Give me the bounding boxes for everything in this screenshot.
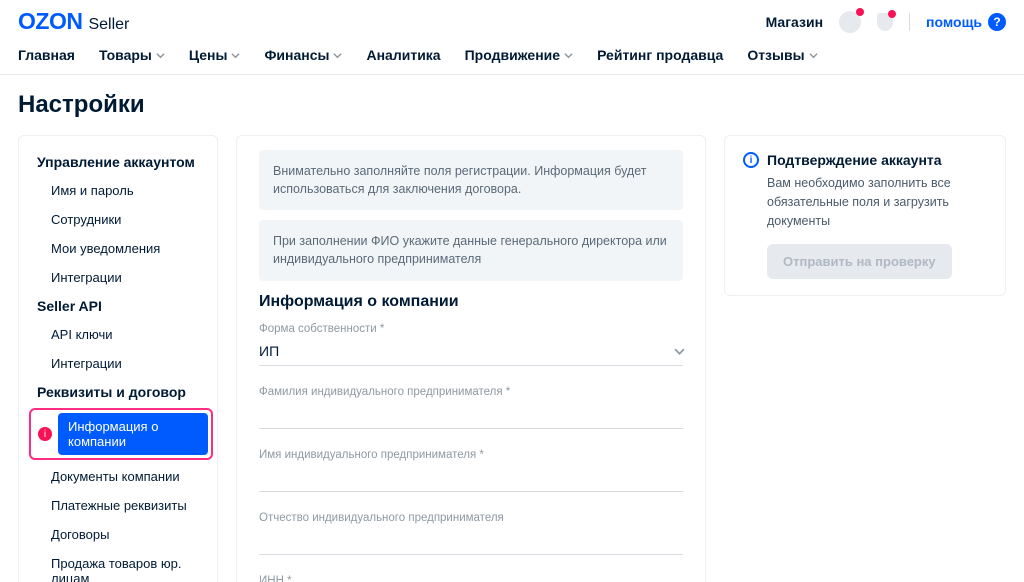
store-link[interactable]: Магазин <box>766 14 823 30</box>
chevron-down-icon <box>564 51 573 60</box>
verification-title: Подтверждение аккаунта <box>767 152 942 168</box>
verification-card: i Подтверждение аккаунта Вам необходимо … <box>724 135 1006 296</box>
sidebar-item-api-keys[interactable]: API ключи <box>19 320 217 349</box>
logo[interactable]: OZON Seller <box>18 8 129 35</box>
avatar-icon[interactable] <box>839 11 861 33</box>
nav-rating[interactable]: Рейтинг продавца <box>597 47 723 63</box>
chevron-down-icon <box>156 51 165 60</box>
nav-analytics[interactable]: Аналитика <box>366 47 440 63</box>
sidebar-item-payment-req[interactable]: Платежные реквизиты <box>19 491 217 520</box>
sidebar-item-company-docs[interactable]: Документы компании <box>19 462 217 491</box>
nav-products[interactable]: Товары <box>99 47 165 63</box>
company-info-form: Внимательно заполняйте поля регистрации.… <box>236 135 706 582</box>
main-nav: Главная Товары Цены Финансы Аналитика Пр… <box>0 41 1024 75</box>
nav-main[interactable]: Главная <box>18 47 75 63</box>
sidebar-item-contracts[interactable]: Договоры <box>19 520 217 549</box>
sidebar-item-name-password[interactable]: Имя и пароль <box>19 176 217 205</box>
sidebar-item-notifications[interactable]: Мои уведомления <box>19 234 217 263</box>
chevron-down-icon <box>333 51 342 60</box>
settings-sidebar: Управление аккаунтом Имя и пароль Сотруд… <box>18 135 218 582</box>
ownership-select[interactable]: ИП <box>259 341 683 366</box>
help-icon: ? <box>988 13 1006 31</box>
nav-finance[interactable]: Финансы <box>264 47 342 63</box>
help-link[interactable]: помощь ? <box>926 13 1006 31</box>
separator <box>909 13 910 31</box>
help-label: помощь <box>926 14 982 30</box>
field-patronymic: Отчество индивидуального предпринимателя <box>259 512 683 555</box>
sidebar-group-requisites: Реквизиты и договор <box>19 378 217 406</box>
patronymic-input[interactable] <box>259 530 683 555</box>
field-lastname: Фамилия индивидуального предпринимателя … <box>259 386 683 429</box>
field-firstname-label: Имя индивидуального предпринимателя * <box>259 449 683 461</box>
section-title: Информация о компании <box>259 293 683 311</box>
verification-text: Вам необходимо заполнить все обязательны… <box>767 174 987 230</box>
submit-verification-button[interactable]: Отправить на проверку <box>767 244 952 279</box>
nav-reviews[interactable]: Отзывы <box>747 47 817 63</box>
field-inn: ИНН * <box>259 575 683 582</box>
field-lastname-label: Фамилия индивидуального предпринимателя … <box>259 386 683 398</box>
sidebar-item-api-integrations[interactable]: Интеграции <box>19 349 217 378</box>
lastname-input[interactable] <box>259 404 683 429</box>
notice-fio: При заполнении ФИО укажите данные генера… <box>259 220 683 280</box>
logo-seller: Seller <box>88 16 129 34</box>
field-ownership: Форма собственности * ИП <box>259 323 683 366</box>
firstname-input[interactable] <box>259 467 683 492</box>
sidebar-item-integrations[interactable]: Интеграции <box>19 263 217 292</box>
chevron-down-icon <box>674 346 683 355</box>
field-inn-label: ИНН * <box>259 575 683 582</box>
sidebar-item-company-info[interactable]: Информация о компании <box>58 413 208 455</box>
field-patronymic-label: Отчество индивидуального предпринимателя <box>259 512 683 524</box>
chevron-down-icon <box>231 51 240 60</box>
sidebar-group-account: Управление аккаунтом <box>19 148 217 176</box>
sidebar-item-staff[interactable]: Сотрудники <box>19 205 217 234</box>
logo-ozon: OZON <box>18 8 82 35</box>
ownership-value: ИП <box>259 343 279 359</box>
sidebar-item-sell-to-legal[interactable]: Продажа товаров юр. лицам <box>19 549 217 582</box>
sidebar-group-api: Seller API <box>19 292 217 320</box>
page-title: Настройки <box>18 91 1006 119</box>
field-firstname: Имя индивидуального предпринимателя * <box>259 449 683 492</box>
sidebar-item-company-info-highlight: i Информация о компании <box>29 408 213 460</box>
alert-icon: i <box>38 427 52 441</box>
bell-icon[interactable] <box>877 13 893 31</box>
chevron-down-icon <box>809 51 818 60</box>
field-ownership-label: Форма собственности * <box>259 323 683 335</box>
notice-fill-carefully: Внимательно заполняйте поля регистрации.… <box>259 150 683 210</box>
nav-promo[interactable]: Продвижение <box>465 47 573 63</box>
nav-prices[interactable]: Цены <box>189 47 241 63</box>
info-icon: i <box>743 152 759 168</box>
